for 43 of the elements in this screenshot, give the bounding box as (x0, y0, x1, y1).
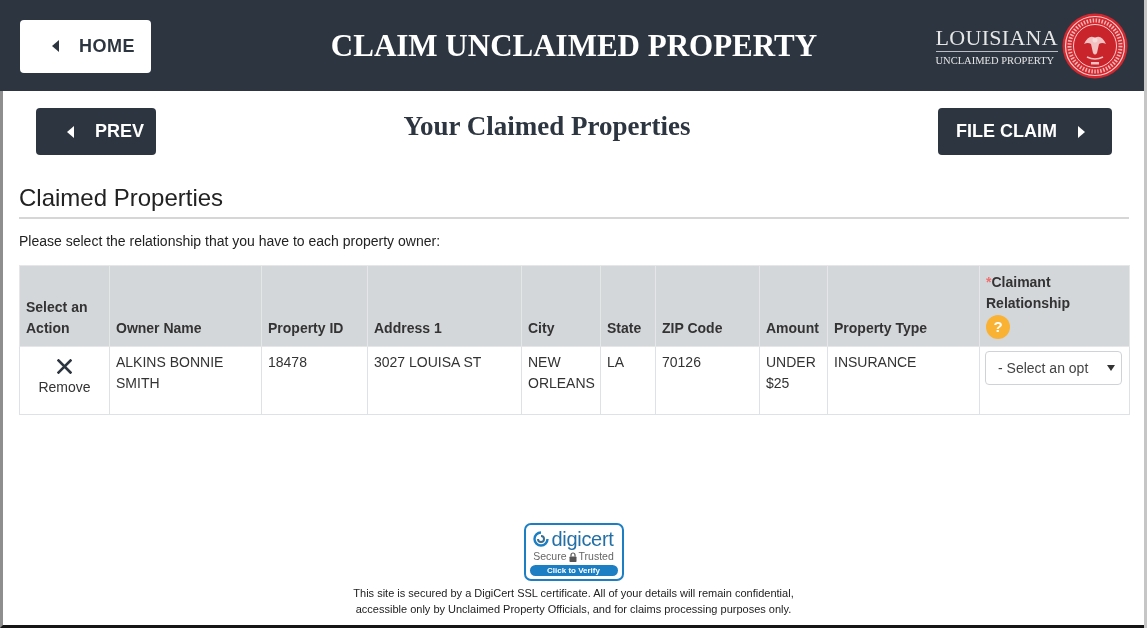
security-notice: This site is secured by a DigiCert SSL certificate. All of your details will remain confidential, accessible only by Unclaimed Property Officials, and for claims processing purposes only. (352, 586, 795, 617)
table-cell: 3027 LOUISA ST (367, 346, 522, 415)
column-header: Amount (759, 265, 828, 347)
column-header: Owner Name (109, 265, 262, 347)
logo-wordmark: LOUISIANA (935, 26, 1058, 52)
trusted-label: Trusted (578, 550, 614, 563)
logo-tagline: UNCLAIMED PROPERTY (935, 53, 1056, 68)
relationship-select[interactable]: - Select an opt (985, 351, 1122, 385)
lock-icon (568, 551, 577, 562)
caret-left-icon (67, 125, 74, 138)
state-seal-logo (1062, 12, 1128, 79)
table-cell: UNDER $25 (759, 346, 828, 415)
ssl-trust-seal[interactable]: digicert Secure Trusted Click to Verify (523, 523, 624, 581)
site-title: CLAIM UNCLAIMED PROPERTY (330, 27, 818, 64)
home-button[interactable]: HOME (20, 19, 151, 73)
table-cell: 18478 (261, 346, 368, 415)
caret-left-icon (52, 40, 59, 52)
table-cell: NEW ORLEANS (521, 346, 601, 415)
verify-button[interactable]: Click to Verify (529, 565, 618, 576)
section-heading: Claimed Properties (19, 183, 1129, 219)
column-header: City (521, 265, 601, 347)
caret-down-icon (1107, 365, 1115, 371)
secure-label: Secure (533, 550, 567, 563)
column-header: Address 1 (367, 265, 522, 347)
table-cell: ALKINS BONNIE SMITH (109, 346, 262, 415)
table-cell: LA (600, 346, 656, 415)
remove-button[interactable]: Remove (38, 359, 91, 396)
column-header: Property ID (261, 265, 368, 347)
instruction-text: Please select the relationship that you have to each property owner: (19, 232, 442, 251)
column-header: ZIP Code (655, 265, 760, 347)
table-cell: INSURANCE (827, 346, 980, 415)
file-claim-button[interactable]: FILE CLAIM (938, 108, 1112, 155)
swirl-logo-icon (533, 531, 550, 547)
column-header: Select an Action (19, 265, 110, 347)
column-header: State (600, 265, 656, 347)
column-header: Property Type (827, 265, 980, 347)
caret-right-icon (1078, 125, 1085, 138)
column-label: *Claimant Relationship (986, 273, 1071, 313)
close-icon (57, 359, 72, 374)
page-title: Your Claimed Properties (403, 111, 691, 142)
prev-button[interactable]: PREV (36, 108, 156, 155)
brand-name: digicert (551, 528, 614, 550)
table-cell: 70126 (655, 346, 760, 415)
